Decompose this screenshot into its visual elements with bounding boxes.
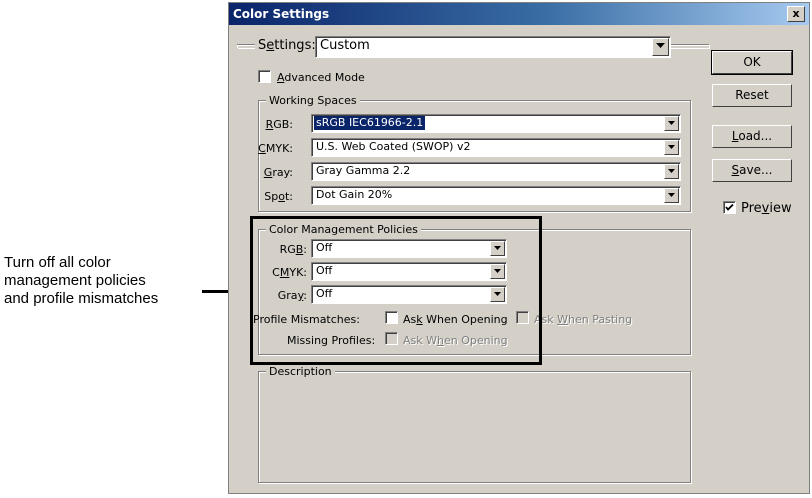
policies-highlight-box	[250, 216, 542, 365]
ok-button[interactable]: OK	[711, 50, 793, 75]
rgb-working-space-value: sRGB IEC61966-2.1	[314, 116, 426, 130]
settings-value: Custom	[320, 38, 370, 53]
advanced-mode-label[interactable]: Advanced Mode	[277, 71, 365, 84]
chevron-down-icon[interactable]	[664, 164, 679, 179]
callout-line-1: Turn off all color	[4, 254, 111, 271]
spot-working-space-value: Dot Gain 20%	[316, 188, 393, 201]
save-button[interactable]: Save...	[712, 159, 792, 182]
spot-working-label: Spot:	[264, 190, 293, 203]
load-button[interactable]: Load...	[712, 125, 792, 148]
ask-when-pasting-label[interactable]: Ask When Pasting	[534, 313, 632, 326]
advanced-mode-checkbox[interactable]	[258, 70, 271, 83]
rgb-working-label: RGB:	[265, 118, 293, 131]
working-spaces-legend: Working Spaces	[266, 94, 360, 107]
spot-working-space-dropdown[interactable]: Dot Gain 20%	[311, 186, 681, 205]
settings-dropdown[interactable]: Custom	[315, 36, 671, 58]
settings-label: Settings:	[255, 38, 319, 54]
description-legend: Description	[266, 365, 335, 378]
cmyk-working-label: CMYK:	[258, 142, 293, 155]
gray-working-space-dropdown[interactable]: Gray Gamma 2.2	[311, 162, 681, 181]
gray-working-space-value: Gray Gamma 2.2	[316, 164, 411, 177]
reset-button[interactable]: Reset	[712, 84, 792, 107]
callout-line-3: and profile mismatches	[4, 290, 159, 307]
gray-working-label: Gray:	[263, 166, 293, 179]
callout-note: Turn off all color management policies a…	[4, 254, 214, 308]
close-button[interactable]: x	[787, 6, 805, 22]
close-icon: x	[792, 7, 800, 20]
rgb-working-space-dropdown[interactable]: sRGB IEC61966-2.1	[311, 114, 681, 133]
chevron-down-icon[interactable]	[652, 38, 669, 56]
description-group	[258, 371, 691, 483]
checkmark-icon	[725, 203, 734, 211]
title-bar: Color Settings x	[229, 3, 809, 25]
callout-line-2: management policies	[4, 272, 146, 289]
chevron-down-icon[interactable]	[664, 188, 679, 203]
cmyk-working-space-value: U.S. Web Coated (SWOP) v2	[316, 140, 471, 153]
chevron-down-icon[interactable]	[664, 140, 679, 155]
cmyk-working-space-dropdown[interactable]: U.S. Web Coated (SWOP) v2	[311, 138, 681, 157]
dialog-title: Color Settings	[233, 7, 330, 21]
preview-label[interactable]: Preview	[741, 201, 792, 216]
preview-checkbox[interactable]	[723, 201, 736, 214]
chevron-down-icon[interactable]	[664, 116, 679, 131]
